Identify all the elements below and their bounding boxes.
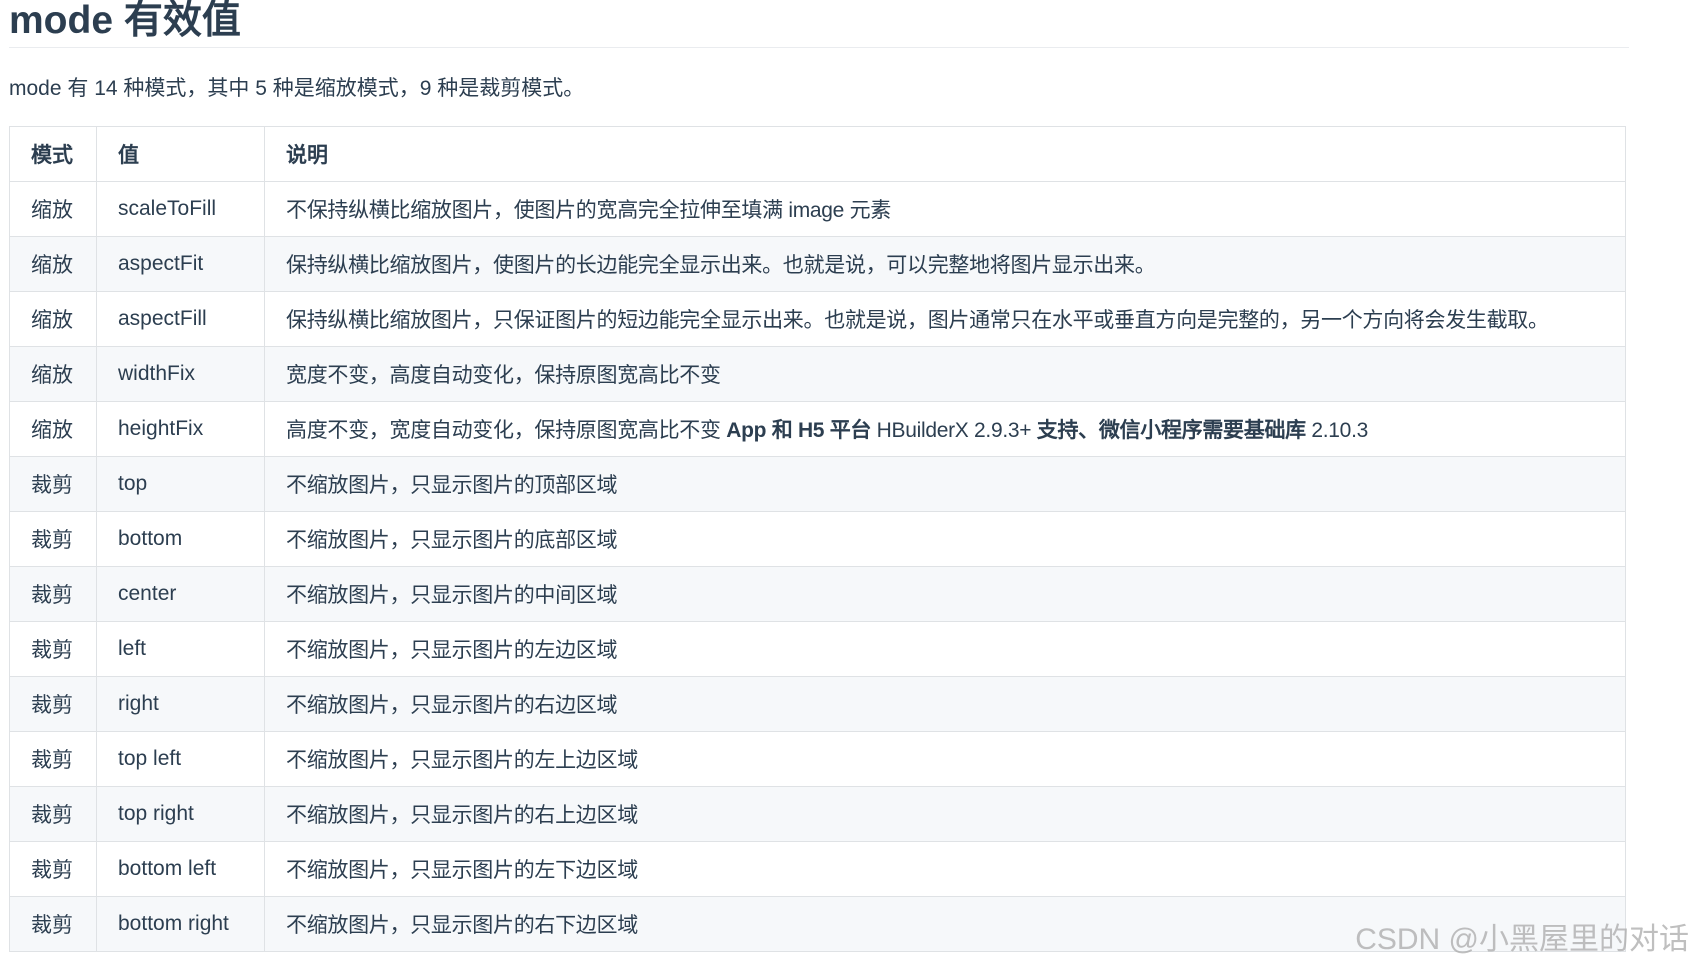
header-value: 值: [96, 126, 265, 182]
cell-mode: 缩放: [9, 401, 97, 457]
cell-mode: 缩放: [9, 346, 97, 402]
desc-bold-support: 支持、微信小程序需要基础库: [1036, 419, 1306, 442]
intro-text: mode 有 14 种模式，其中 5 种是缩放模式，9 种是裁剪模式。: [9, 77, 585, 100]
cell-value: center: [96, 566, 265, 622]
cell-mode: 裁剪: [9, 676, 97, 732]
desc-lib-version: 2.10.3: [1305, 419, 1368, 442]
cell-value: bottom left: [96, 841, 265, 897]
cell-value: heightFix: [96, 401, 265, 457]
desc-text: 高度不变，宽度自动变化，保持原图宽高比不变: [286, 419, 721, 442]
cell-desc: 高度不变，宽度自动变化，保持原图宽高比不变 App 和 H5 平台 HBuild…: [264, 401, 1626, 457]
cell-desc: 保持纵横比缩放图片，使图片的长边能完全显示出来。也就是说，可以完整地将图片显示出…: [264, 236, 1626, 292]
cell-mode: 裁剪: [9, 456, 97, 512]
cell-mode: 缩放: [9, 291, 97, 347]
cell-value: top: [96, 456, 265, 512]
cell-mode: 裁剪: [9, 566, 97, 622]
desc-bold-platform: App 和 H5 平台: [726, 419, 872, 442]
table-row: 裁剪 center 不缩放图片，只显示图片的中间区域: [9, 566, 1626, 622]
cell-value: top left: [96, 731, 265, 787]
cell-mode: 裁剪: [9, 511, 97, 567]
cell-desc: 不保持纵横比缩放图片，使图片的宽高完全拉伸至填满 image 元素: [264, 181, 1626, 237]
table-row: 裁剪 bottom left 不缩放图片，只显示图片的左下边区域: [9, 841, 1626, 897]
cell-desc: 不缩放图片，只显示图片的右上边区域: [264, 786, 1626, 842]
cell-mode: 裁剪: [9, 841, 97, 897]
table-row: 缩放 scaleToFill 不保持纵横比缩放图片，使图片的宽高完全拉伸至填满 …: [9, 181, 1626, 237]
cell-desc: 不缩放图片，只显示图片的左上边区域: [264, 731, 1626, 787]
header-desc: 说明: [264, 126, 1626, 182]
header-mode: 模式: [9, 126, 97, 182]
section-heading: mode 有效值: [9, 0, 1629, 48]
table-row: 裁剪 bottom 不缩放图片，只显示图片的底部区域: [9, 511, 1626, 567]
doc-content: mode 有效值 mode 有 14 种模式，其中 5 种是缩放模式，9 种是裁…: [9, 0, 1629, 952]
cell-desc: 不缩放图片，只显示图片的底部区域: [264, 511, 1626, 567]
table-row: 裁剪 top left 不缩放图片，只显示图片的左上边区域: [9, 731, 1626, 787]
cell-desc: 不缩放图片，只显示图片的左边区域: [264, 621, 1626, 677]
cell-mode: 裁剪: [9, 786, 97, 842]
table-row: 缩放 aspectFit 保持纵横比缩放图片，使图片的长边能完全显示出来。也就是…: [9, 236, 1626, 292]
cell-value: bottom right: [96, 896, 265, 952]
table-row: 裁剪 top 不缩放图片，只显示图片的顶部区域: [9, 456, 1626, 512]
cell-desc: 不缩放图片，只显示图片的顶部区域: [264, 456, 1626, 512]
cell-mode: 裁剪: [9, 731, 97, 787]
cell-value: bottom: [96, 511, 265, 567]
cell-desc: 不缩放图片，只显示图片的左下边区域: [264, 841, 1626, 897]
table-row: 缩放 widthFix 宽度不变，高度自动变化，保持原图宽高比不变: [9, 346, 1626, 402]
table-row: 裁剪 top right 不缩放图片，只显示图片的右上边区域: [9, 786, 1626, 842]
cell-mode: 裁剪: [9, 896, 97, 952]
cell-value: left: [96, 621, 265, 677]
cell-value: widthFix: [96, 346, 265, 402]
table-row: 裁剪 left 不缩放图片，只显示图片的左边区域: [9, 621, 1626, 677]
desc-version: HBuilderX 2.9.3+: [871, 419, 1037, 442]
cell-value: aspectFit: [96, 236, 265, 292]
table-row: 缩放 aspectFill 保持纵横比缩放图片，只保证图片的短边能完全显示出来。…: [9, 291, 1626, 347]
table-row: 缩放 heightFix 高度不变，宽度自动变化，保持原图宽高比不变 App 和…: [9, 401, 1626, 457]
cell-mode: 裁剪: [9, 621, 97, 677]
table-row: 裁剪 right 不缩放图片，只显示图片的右边区域: [9, 676, 1626, 732]
cell-mode: 缩放: [9, 181, 97, 237]
cell-value: aspectFill: [96, 291, 265, 347]
cell-desc: 不缩放图片，只显示图片的中间区域: [264, 566, 1626, 622]
cell-mode: 缩放: [9, 236, 97, 292]
cell-desc: 宽度不变，高度自动变化，保持原图宽高比不变: [264, 346, 1626, 402]
cell-desc: 保持纵横比缩放图片，只保证图片的短边能完全显示出来。也就是说，图片通常只在水平或…: [264, 291, 1626, 347]
cell-value: top right: [96, 786, 265, 842]
mode-table: 模式 值 说明 缩放 scaleToFill 不保持纵横比缩放图片，使图片的宽高…: [9, 126, 1626, 952]
cell-value: right: [96, 676, 265, 732]
cell-value: scaleToFill: [96, 181, 265, 237]
csdn-watermark: CSDN @小黑屋里的对话: [1355, 923, 1689, 956]
table-header-row: 模式 值 说明: [9, 126, 1626, 182]
cell-desc: 不缩放图片，只显示图片的右边区域: [264, 676, 1626, 732]
